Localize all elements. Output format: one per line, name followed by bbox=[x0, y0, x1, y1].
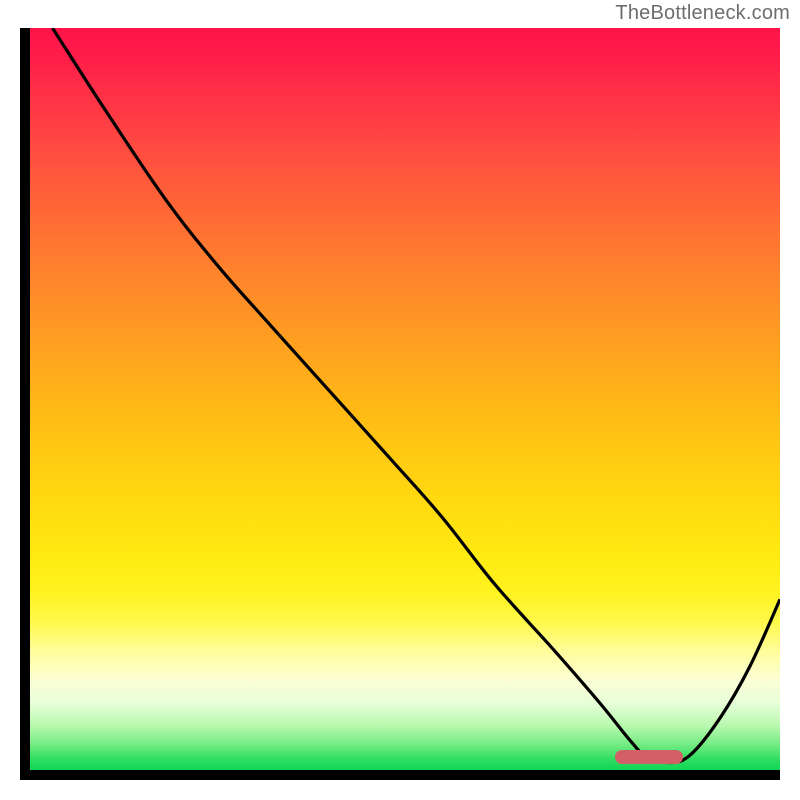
optimal-range-marker bbox=[615, 750, 683, 764]
chart-area bbox=[20, 28, 780, 780]
attribution-text: TheBottleneck.com bbox=[615, 2, 790, 25]
gradient-background bbox=[30, 28, 780, 770]
